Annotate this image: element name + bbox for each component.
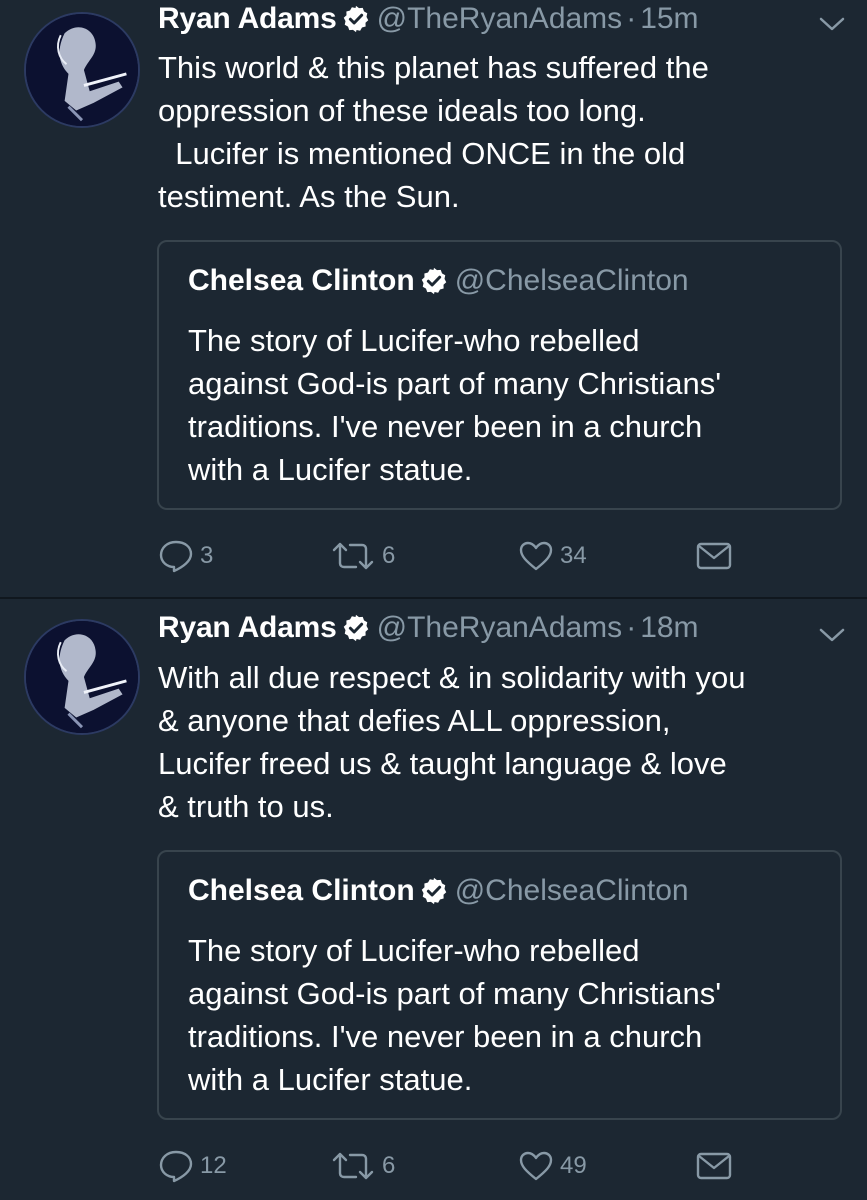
tweet-text: This world & this planet has suffered th… <box>158 50 709 214</box>
author-handle[interactable]: @TheRyanAdams <box>377 611 623 644</box>
direct-message-icon <box>696 542 732 570</box>
timeline: Ryan Adams @TheRyanAdams · 15m This world &… <box>0 0 867 1200</box>
verified-icon <box>421 267 446 295</box>
avatar[interactable] <box>24 619 140 735</box>
separator: · <box>626 2 637 35</box>
reply-button[interactable]: 3 <box>158 536 213 576</box>
like-button[interactable]: 49 <box>518 1146 587 1186</box>
caret-down-icon[interactable] <box>817 625 847 645</box>
like-count: 49 <box>560 1152 587 1179</box>
quoted-author-handle: @ChelseaClinton <box>454 264 689 297</box>
like-icon <box>519 541 553 571</box>
separator: · <box>626 611 637 644</box>
verified-icon <box>421 877 446 905</box>
tweet-header: Ryan Adams @TheRyanAdams · 18m <box>158 611 699 657</box>
tweet[interactable]: Ryan Adams @TheRyanAdams · 18m With all due… <box>0 599 867 1200</box>
retweet-icon <box>332 542 374 570</box>
direct-message-button[interactable] <box>696 1146 732 1186</box>
caret-down-icon[interactable] <box>817 14 847 34</box>
quoted-tweet-text: The story of Lucifer-who rebelled agains… <box>188 933 722 1097</box>
quoted-author-handle: @ChelseaClinton <box>454 874 689 907</box>
tweet-actions: 12 6 49 <box>158 1146 848 1186</box>
retweet-count: 6 <box>382 542 396 569</box>
quoted-tweet-header: Chelsea Clinton @ChelseaClinton <box>188 874 689 908</box>
like-icon <box>519 1151 553 1181</box>
author-handle[interactable]: @TheRyanAdams <box>377 2 623 35</box>
tweet[interactable]: Ryan Adams @TheRyanAdams · 15m This world &… <box>0 0 867 598</box>
like-count: 34 <box>560 542 587 569</box>
quoted-tweet-text: The story of Lucifer-who rebelled agains… <box>188 323 722 487</box>
reply-count: 12 <box>200 1152 227 1179</box>
like-button[interactable]: 34 <box>518 536 587 576</box>
quoted-author-name: Chelsea Clinton <box>188 874 415 907</box>
retweet-button[interactable]: 6 <box>330 536 395 576</box>
timestamp[interactable]: 18m <box>640 611 698 644</box>
reply-button[interactable]: 12 <box>158 1146 227 1186</box>
tweet-text: With all due respect & in solidarity wit… <box>158 660 746 824</box>
quoted-tweet[interactable]: Chelsea Clinton @ChelseaClinton The story… <box>157 850 842 1120</box>
author-name[interactable]: Ryan Adams <box>158 2 337 35</box>
reply-count: 3 <box>200 542 214 569</box>
direct-message-button[interactable] <box>696 536 732 576</box>
retweet-button[interactable]: 6 <box>330 1146 395 1186</box>
author-name[interactable]: Ryan Adams <box>158 611 337 644</box>
retweet-icon <box>332 1152 374 1180</box>
reply-icon <box>159 1150 193 1183</box>
verified-icon <box>343 614 368 642</box>
quoted-tweet[interactable]: Chelsea Clinton @ChelseaClinton The story… <box>157 240 842 510</box>
avatar[interactable] <box>24 12 140 128</box>
direct-message-icon <box>696 1152 732 1180</box>
tweet-header: Ryan Adams @TheRyanAdams · 15m <box>158 2 699 48</box>
tweet-actions: 3 6 34 <box>158 536 848 576</box>
quoted-author-name: Chelsea Clinton <box>188 264 415 297</box>
retweet-count: 6 <box>382 1152 396 1179</box>
timestamp[interactable]: 15m <box>640 2 698 35</box>
quoted-tweet-header: Chelsea Clinton @ChelseaClinton <box>188 264 689 298</box>
verified-icon <box>343 5 368 33</box>
reply-icon <box>159 540 193 573</box>
